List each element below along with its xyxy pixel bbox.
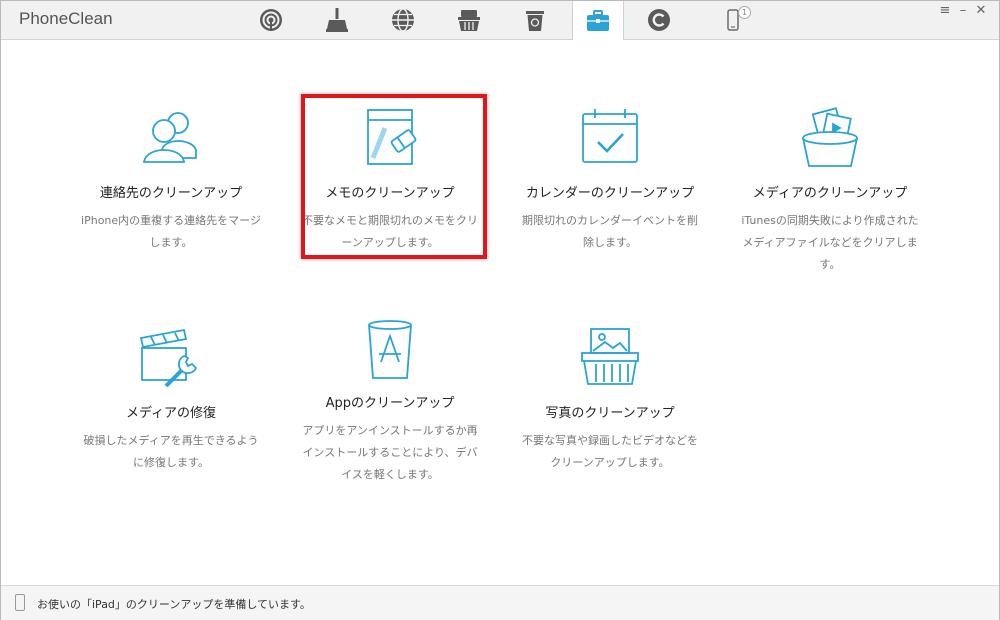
card-description: 破損したメディアを再生できるように修復します。 xyxy=(83,434,259,469)
selection-highlight-box xyxy=(301,94,487,259)
app-trash-icon xyxy=(368,320,412,379)
media-repair-card[interactable]: メディアの修復 破損したメディアを再生できるように修復します。 xyxy=(71,326,271,474)
tab-toolbox[interactable] xyxy=(572,1,624,40)
tab-device[interactable]: 1 xyxy=(708,1,758,39)
card-title: 写真のクリーンアップ xyxy=(545,406,675,421)
tab-signal[interactable] xyxy=(246,1,296,39)
close-button[interactable]: ✕ xyxy=(972,3,990,18)
app-title: PhoneClean xyxy=(19,9,113,28)
tab-trash[interactable] xyxy=(510,1,560,39)
tab-internet[interactable] xyxy=(378,1,428,39)
toolbox-icon xyxy=(587,9,609,31)
title-toolbar: PhoneClean 1 ≡ – ✕ xyxy=(1,1,999,40)
contacts-icon xyxy=(142,112,197,163)
media-cleanup-card[interactable]: メディアのクリーンアップ iTunesの同期失敗により作成されたメディアファイル… xyxy=(730,106,930,276)
signal-icon xyxy=(260,9,282,31)
tab-clean[interactable] xyxy=(312,1,362,39)
tab-basket[interactable] xyxy=(444,1,494,39)
trash-icon xyxy=(526,11,544,31)
app-window: PhoneClean 1 ≡ – ✕ 連絡先のクリーンアップ iPhone内の重… xyxy=(0,0,1000,620)
photo-basket-icon xyxy=(581,328,639,385)
app-cleanup-card[interactable]: Appのクリーンアップ アプリをアンインストールするか再インストールすることによ… xyxy=(290,316,490,486)
card-title: Appのクリーンアップ xyxy=(325,396,455,411)
device-count-badge: 1 xyxy=(738,6,751,19)
photo-cleanup-card[interactable]: 写真のクリーンアップ 不要な写真や録画したビデオなどをクリーンアップします。 xyxy=(510,326,710,474)
basket-icon xyxy=(458,10,480,31)
status-text: お使いの「iPad」のクリーンアップを準備しています。 xyxy=(37,598,311,611)
clapper-wrench-icon xyxy=(139,328,198,388)
minimize-button[interactable]: – xyxy=(954,3,972,18)
card-description: 期限切れのカレンダーイベントを削除します。 xyxy=(522,214,698,249)
card-title: メディアのクリーンアップ xyxy=(752,186,908,201)
card-title: 連絡先のクリーンアップ xyxy=(99,186,243,201)
refresh-c-icon xyxy=(648,9,670,31)
card-description: iPhone内の重複する連絡先をマージします。 xyxy=(81,214,261,249)
card-title: カレンダーのクリーンアップ xyxy=(525,186,695,201)
broom-icon xyxy=(326,8,348,32)
card-description: 不要な写真や録画したビデオなどをクリーンアップします。 xyxy=(522,434,698,469)
card-description: iTunesの同期失敗により作成されたメディアファイルなどをクリアします。 xyxy=(741,214,919,271)
globe-icon xyxy=(392,8,414,32)
media-basket-icon xyxy=(802,107,858,167)
status-bar: お使いの「iPad」のクリーンアップを準備しています。 xyxy=(1,585,999,620)
tab-refresh[interactable] xyxy=(634,1,684,39)
card-description: アプリをアンインストールするか再インストールすることにより、デバイスを軽くします… xyxy=(302,424,478,481)
calendar-check-icon xyxy=(582,109,638,163)
card-title: メディアの修復 xyxy=(125,406,217,421)
toolbox-grid: 連絡先のクリーンアップ iPhone内の重複する連絡先をマージします。 メモのク… xyxy=(1,40,999,585)
ipad-icon xyxy=(15,594,25,611)
calendar-cleanup-card[interactable]: カレンダーのクリーンアップ 期限切れのカレンダーイベントを削除します。 xyxy=(510,106,710,254)
contacts-cleanup-card[interactable]: 連絡先のクリーンアップ iPhone内の重複する連絡先をマージします。 xyxy=(71,106,271,254)
menu-button[interactable]: ≡ xyxy=(936,3,954,18)
